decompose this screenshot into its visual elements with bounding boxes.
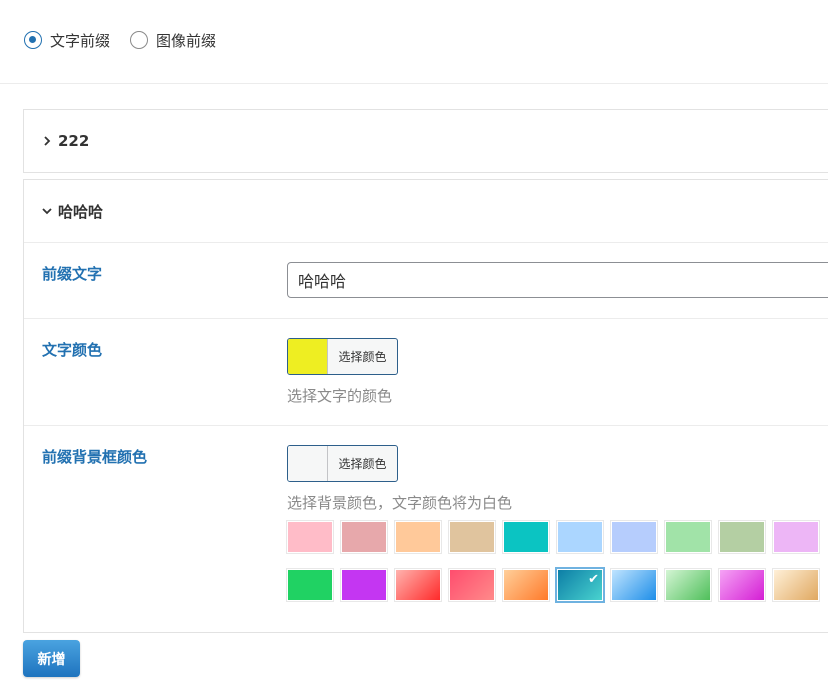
accordion-title: 哈哈哈 bbox=[58, 202, 104, 221]
preset-color-swatch[interactable] bbox=[287, 569, 333, 601]
text-color-picker-button[interactable]: 选择颜色 bbox=[287, 338, 398, 375]
preset-color-swatch[interactable] bbox=[503, 521, 549, 553]
preset-color-swatch[interactable] bbox=[719, 569, 765, 601]
accordion-header[interactable]: 哈哈哈 bbox=[24, 180, 828, 242]
preset-color-swatch[interactable] bbox=[395, 569, 441, 601]
radio-label-text-prefix: 文字前缀 bbox=[50, 31, 111, 50]
check-icon: ✔ bbox=[588, 572, 599, 587]
color-button-label: 选择颜色 bbox=[338, 350, 387, 364]
color-button-label: 选择颜色 bbox=[338, 457, 387, 471]
preset-color-swatch[interactable] bbox=[665, 521, 711, 553]
radio-unchecked-icon[interactable] bbox=[130, 31, 149, 49]
preset-color-swatch[interactable] bbox=[719, 521, 765, 553]
bg-color-picker-button[interactable]: 选择颜色 bbox=[287, 445, 398, 482]
preset-color-swatch[interactable] bbox=[773, 521, 819, 553]
preset-color-swatch[interactable] bbox=[449, 521, 495, 553]
preset-color-swatch[interactable] bbox=[503, 569, 549, 601]
preset-color-swatch[interactable] bbox=[665, 569, 711, 601]
field-label: 前缀文字 bbox=[42, 265, 103, 283]
field-hint: 选择背景颜色，文字颜色将为白色 bbox=[287, 494, 513, 512]
field-label: 前缀背景框颜色 bbox=[42, 448, 148, 466]
preset-color-swatch[interactable]: ✔ bbox=[557, 569, 603, 601]
radio-checked-icon[interactable] bbox=[24, 31, 42, 49]
accordion-panel-collapsed: 222 bbox=[23, 109, 828, 173]
field-hint: 选择文字的颜色 bbox=[287, 387, 393, 405]
radio-label-image-prefix: 图像前缀 bbox=[156, 31, 217, 50]
preset-color-swatch[interactable] bbox=[287, 521, 333, 553]
preset-color-swatch[interactable] bbox=[341, 569, 387, 601]
accordion-title: 222 bbox=[58, 132, 90, 150]
preset-color-swatch[interactable] bbox=[557, 521, 603, 553]
chevron-down-icon bbox=[42, 206, 52, 216]
add-button[interactable]: 新增 bbox=[23, 640, 80, 677]
divider bbox=[0, 83, 828, 84]
preset-color-swatch[interactable] bbox=[341, 521, 387, 553]
field-text-color: 文字颜色 选择颜色 选择文字的颜色 bbox=[24, 319, 828, 426]
radio-text-prefix[interactable]: 文字前缀 bbox=[24, 30, 110, 51]
preset-color-swatch[interactable] bbox=[449, 569, 495, 601]
color-swatch bbox=[288, 339, 328, 374]
prefix-text-input[interactable] bbox=[287, 262, 828, 298]
field-label: 文字颜色 bbox=[42, 341, 103, 359]
preset-color-swatch[interactable] bbox=[395, 521, 441, 553]
chevron-right-icon bbox=[42, 136, 52, 146]
preset-color-swatch[interactable] bbox=[773, 569, 819, 601]
field-bg-color: 前缀背景框颜色 选择颜色 选择背景颜色，文字颜色将为白色 ✔ bbox=[24, 426, 828, 632]
radio-image-prefix[interactable]: 图像前缀 bbox=[130, 30, 216, 51]
field-prefix-text: 前缀文字 bbox=[24, 243, 828, 319]
accordion-panel-expanded: 哈哈哈 前缀文字 文字颜色 选择颜色 选择文字的颜色 前缀背景框颜色 选择颜色 … bbox=[23, 179, 828, 633]
preset-color-swatch[interactable] bbox=[611, 521, 657, 553]
preset-color-swatch[interactable] bbox=[611, 569, 657, 601]
accordion-header[interactable]: 222 bbox=[24, 110, 828, 172]
prefix-type-radio-group: 文字前缀 图像前缀 bbox=[24, 28, 236, 52]
color-swatch bbox=[288, 446, 328, 481]
